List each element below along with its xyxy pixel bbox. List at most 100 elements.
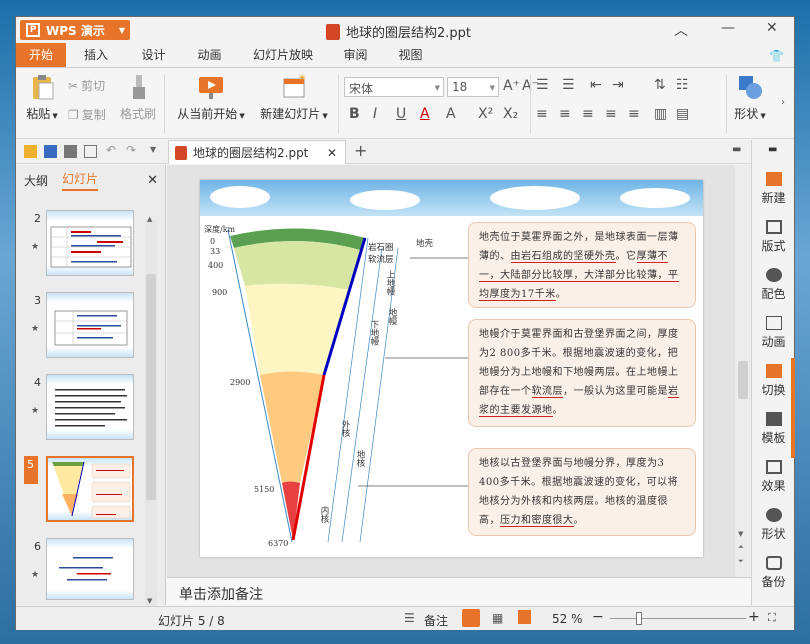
notes-area[interactable]: 单击添加备注 (167, 577, 751, 605)
print-preview-icon[interactable] (84, 145, 97, 158)
italic-icon[interactable]: I (373, 106, 377, 122)
slideshow-icon[interactable] (518, 610, 531, 624)
justify-icon[interactable]: ≡ (605, 106, 617, 122)
pane-shape-button[interactable]: 形状 (752, 508, 795, 542)
core-description-box[interactable]: 地核以古登堡界面与地幔分界，厚度为3 400多千米。根据地震波速的变化，可以将地… (468, 448, 696, 536)
bullet-list-icon[interactable]: ☰ (536, 77, 549, 93)
zoom-slider-handle[interactable] (636, 612, 642, 625)
shape-button[interactable]: 形状 ▼ (730, 73, 770, 122)
prev-slide-icon[interactable]: ⏶ (738, 543, 744, 552)
shirt-skin-icon[interactable]: 👕 (769, 49, 784, 63)
pane-transition-button[interactable]: 切换 (752, 364, 795, 398)
numbered-list-icon[interactable]: ☰ (562, 77, 575, 93)
increase-indent-icon[interactable]: ⇥ (612, 77, 624, 93)
slide-thumbnail-2[interactable]: 2 ★ (24, 210, 139, 278)
pane-template-button[interactable]: 模板 (752, 412, 795, 446)
pane-backup-button[interactable]: 备份 (752, 556, 795, 590)
slide-thumb-image (46, 374, 134, 440)
new-slide-button[interactable]: ✳ 新建幻灯片 ▼ (254, 73, 334, 122)
close-panel-icon[interactable]: ✕ (147, 173, 158, 188)
print-icon[interactable] (64, 145, 77, 158)
new-tab-icon[interactable]: + (354, 141, 367, 160)
app-menu-button[interactable]: P WPS 演示 ▼ (20, 20, 130, 40)
undo-icon[interactable]: ↶ (106, 143, 116, 157)
notes-icon[interactable]: ☰ (404, 611, 415, 625)
tab-outline[interactable]: 大纲 (24, 172, 48, 189)
zoom-in-icon[interactable]: + (748, 609, 760, 625)
text-run: ，一般认为这里可能是 (563, 386, 668, 397)
next-slide-icon[interactable]: ⏷ (738, 557, 744, 566)
paragraph-align-icon[interactable]: ▤ (676, 106, 689, 122)
slide-thumbnail-5[interactable]: 5 (24, 456, 139, 524)
scroll-down-icon[interactable]: ▼ (147, 597, 152, 605)
distribute-icon[interactable]: ≡ (628, 106, 640, 122)
crust-description-box[interactable]: 地壳位于莫霍界面之外，是地球表面一层薄薄的、由岩石组成的坚硬外壳。它厚薄不一，大… (468, 222, 696, 308)
slide-sorter-icon[interactable]: ▦ (492, 611, 503, 625)
align-right-icon[interactable]: ≡ (582, 106, 594, 122)
slides-scrollbar[interactable] (145, 220, 157, 610)
decrease-indent-icon[interactable]: ⇤ (590, 77, 602, 93)
highlight-icon[interactable]: A (446, 106, 456, 122)
copy-button[interactable]: ❐ 复制 (68, 106, 106, 123)
close-button[interactable]: ✕ (766, 20, 778, 36)
slide-thumbnail-3[interactable]: 3 ★ (24, 292, 139, 360)
columns-icon[interactable]: ▥ (654, 106, 667, 122)
text-direction-icon[interactable]: ⇅ (654, 77, 666, 93)
scrollbar-thumb[interactable] (146, 274, 156, 500)
fit-window-icon[interactable]: ⛶ (768, 611, 776, 625)
tab-animation[interactable]: 动画 (181, 43, 238, 67)
scrollbar-thumb[interactable] (738, 361, 748, 399)
play-from-current-button[interactable]: 从当前开始 ▼ (174, 73, 248, 122)
pane-color-button[interactable]: 配色 (752, 268, 795, 302)
customize-toolbar-icon[interactable]: ▼ (150, 145, 156, 154)
ribbon-scroll-right-icon[interactable]: › (781, 97, 785, 108)
font-size-select[interactable]: 18 ▼ (447, 77, 499, 97)
document-tab[interactable]: 地球的圈层结构2.ppt ✕ (168, 140, 346, 164)
format-painter-button[interactable]: 格式刷 (116, 73, 160, 122)
font-color-icon[interactable]: A (420, 106, 430, 122)
slide-thumbnail-4[interactable]: 4 ★ (24, 374, 139, 442)
scroll-up-icon[interactable]: ▲ (147, 215, 152, 223)
slide-thumbnail-6[interactable]: 6 ★ (24, 538, 139, 606)
layout-icon (765, 220, 782, 234)
line-spacing-icon[interactable]: ☷ (676, 77, 689, 93)
save-icon[interactable] (44, 145, 57, 158)
normal-view-icon[interactable] (462, 609, 480, 627)
close-tab-icon[interactable]: ✕ (327, 146, 337, 160)
pane-menu-icon[interactable]: ▬ (768, 144, 777, 155)
zoom-slider-track[interactable] (610, 618, 746, 619)
mantle-description-box[interactable]: 地幔介于莫霍界面和古登堡界面之间，厚度为2 800多千米。根据地震波速的变化，把… (468, 319, 696, 427)
bold-icon[interactable]: B (349, 106, 360, 122)
cut-button[interactable]: ✂ 剪切 (68, 77, 105, 94)
minimize-button[interactable]: — (721, 20, 735, 36)
underline-icon[interactable]: U (396, 106, 406, 122)
tab-home[interactable]: 开始 (16, 43, 66, 67)
current-slide[interactable]: 深度/km 0 33 400 900 2900 5150 6370 岩石圈 软流… (200, 180, 703, 557)
font-name-select[interactable]: 宋体 ▼ (344, 77, 444, 97)
tab-list-icon[interactable]: ▬ (732, 144, 741, 155)
canvas-scrollbar[interactable]: ▼ ⏶ ⏷ (735, 165, 751, 577)
align-center-icon[interactable]: ≡ (559, 106, 571, 122)
grow-font-icon[interactable]: A⁺ (503, 78, 520, 94)
tab-slideshow[interactable]: 幻灯片放映 (238, 43, 328, 67)
zoom-out-icon[interactable]: − (592, 609, 604, 625)
pane-new-button[interactable]: 新建 (752, 172, 795, 206)
superscript-icon[interactable]: X² (478, 106, 493, 122)
pane-effect-button[interactable]: 效果 (752, 460, 795, 494)
scroll-down-icon[interactable]: ▼ (738, 530, 743, 538)
paste-button[interactable]: 粘贴 ▼ (22, 73, 62, 122)
pane-animation-button[interactable]: 动画 (752, 316, 795, 350)
align-left-icon[interactable]: ≡ (536, 106, 548, 122)
tab-insert[interactable]: 插入 (66, 43, 126, 67)
subscript-icon[interactable]: X₂ (503, 106, 518, 122)
tab-review[interactable]: 审阅 (328, 43, 383, 67)
tab-view[interactable]: 视图 (383, 43, 438, 67)
tab-slides[interactable]: 幻灯片 (62, 170, 99, 191)
tab-design[interactable]: 设计 (126, 43, 181, 67)
open-folder-icon[interactable] (24, 145, 37, 158)
pane-layout-button[interactable]: 版式 (752, 220, 795, 254)
slides-panel: 大纲 幻灯片 ✕ 2 ★ 3 ★ 4 ★ 5 6 ★ ▲ ▼ (16, 165, 166, 610)
notes-toggle[interactable]: 备注 (424, 612, 448, 629)
redo-icon[interactable]: ↷ (126, 143, 136, 157)
collapse-ribbon-icon[interactable]: ︿ (674, 20, 688, 40)
